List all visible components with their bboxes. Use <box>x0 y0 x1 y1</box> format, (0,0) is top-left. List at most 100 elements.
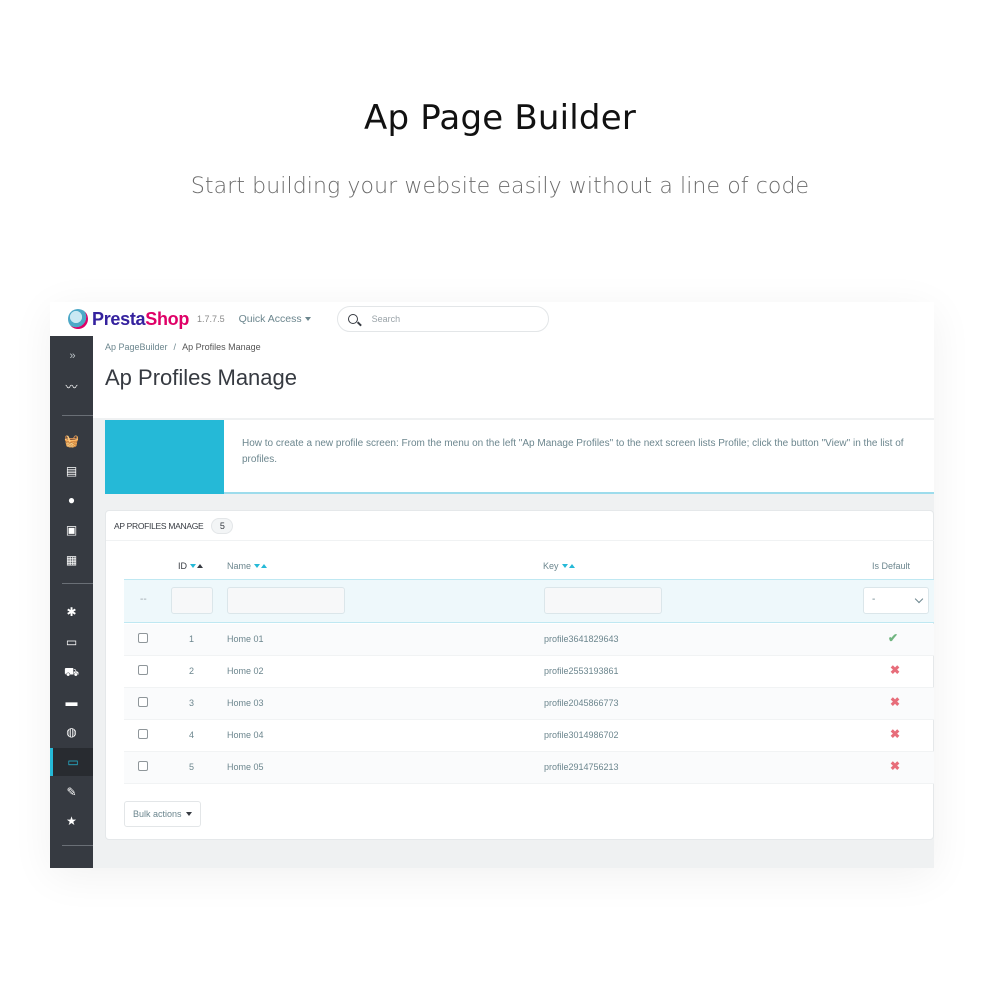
filter-id-input[interactable] <box>171 587 213 614</box>
sidebar-item-basket[interactable]: 🧺 <box>50 427 93 455</box>
prestashop-logo-icon <box>68 309 88 329</box>
sidebar-item-modules[interactable]: ✱ <box>50 598 93 626</box>
row-checkbox[interactable] <box>138 697 148 707</box>
cell-id: 3 <box>189 698 195 708</box>
column-header-name[interactable]: Name <box>227 561 268 571</box>
cell-key: profile2553193861 <box>544 666 619 676</box>
logo-text: PrestaShop <box>92 309 189 330</box>
store-icon: ▤ <box>65 464 78 478</box>
alert-accent-bar <box>105 420 224 494</box>
sidebar-divider <box>62 415 93 416</box>
edit-icon: ✎ <box>66 785 77 799</box>
column-label-id: ID <box>178 561 187 571</box>
check-icon[interactable]: ✔ <box>888 631 898 645</box>
page-title: Ap Profiles Manage <box>105 365 297 390</box>
caret-down-icon <box>304 317 311 321</box>
search-input[interactable]: Search <box>336 306 549 332</box>
sidebar-divider <box>62 845 93 846</box>
top-bar: PrestaShop 1.7.7.5 Quick Access Search <box>50 302 934 336</box>
bulk-actions-label: Bulk actions <box>133 809 182 819</box>
modules-icon: ✱ <box>66 605 77 619</box>
admin-screenshot: PrestaShop 1.7.7.5 Quick Access Search »… <box>50 302 934 868</box>
sort-asc-icon[interactable] <box>568 564 575 568</box>
prestashop-logo[interactable]: PrestaShop <box>68 309 189 330</box>
sidebar-item-payment[interactable]: ▬ <box>50 688 93 716</box>
payment-icon: ▬ <box>65 695 78 709</box>
filter-is-default-select[interactable]: - <box>863 587 929 614</box>
cell-id: 4 <box>189 730 195 740</box>
sidebar: » 〰 🧺 ▤ ● ▣ ▦ ✱ ▭ ⛟ ▬ ◍ ▭ ✎ ★ <box>50 336 93 868</box>
breadcrumb: Ap PageBuilder / Ap Profiles Manage <box>105 342 261 352</box>
column-header-key[interactable]: Key <box>543 561 575 571</box>
sidebar-item-star[interactable]: ★ <box>50 807 93 835</box>
sidebar-item-customer[interactable]: ● <box>50 486 93 514</box>
sidebar-item-messages[interactable]: ▣ <box>50 516 93 544</box>
hero-title: Ap Page Builder <box>363 98 636 138</box>
sort-asc-icon[interactable] <box>261 564 268 568</box>
breadcrumb-parent[interactable]: Ap PageBuilder <box>105 342 168 352</box>
filter-select-value: - <box>872 594 876 605</box>
sort-desc-icon[interactable] <box>190 564 196 568</box>
column-label-name: Name <box>227 561 252 571</box>
customer-icon: ● <box>67 493 76 507</box>
cell-id: 2 <box>189 666 195 676</box>
column-label-key: Key <box>543 561 559 571</box>
table-row[interactable]: 4 Home 04 profile3014986702 ✖ <box>124 720 934 752</box>
cross-icon[interactable]: ✖ <box>890 663 900 677</box>
cell-name: Home 05 <box>227 762 264 772</box>
alert-text: How to create a new profile screen: From… <box>242 438 904 465</box>
table-row[interactable]: 3 Home 03 profile2045866773 ✖ <box>124 688 934 720</box>
filter-row: -- - <box>124 579 934 623</box>
filter-name-input[interactable] <box>227 587 345 614</box>
logo-text-shop: Shop <box>145 308 190 329</box>
expand-icon: » <box>69 349 75 362</box>
sidebar-divider <box>62 583 93 584</box>
row-checkbox[interactable] <box>138 665 148 675</box>
sidebar-item-international[interactable]: ◍ <box>50 718 93 746</box>
row-checkbox[interactable] <box>138 729 148 739</box>
cell-name: Home 01 <box>227 634 264 644</box>
sidebar-item-reports[interactable]: ▦ <box>50 546 93 574</box>
table-row[interactable]: 5 Home 05 profile2914756213 ✖ <box>124 752 934 784</box>
caret-down-icon <box>185 812 192 816</box>
quick-access-dropdown[interactable]: Quick Access <box>239 313 311 325</box>
row-checkbox[interactable] <box>138 633 148 643</box>
panel-header: Ap Profiles Manage 5 <box>106 511 934 541</box>
cross-icon[interactable]: ✖ <box>890 695 900 709</box>
table-row[interactable]: 2 Home 02 profile2553193861 ✖ <box>124 656 934 688</box>
quick-access-label: Quick Access <box>238 313 302 325</box>
cross-icon[interactable]: ✖ <box>890 759 900 773</box>
version-label: 1.7.7.5 <box>197 314 225 324</box>
sidebar-item-design[interactable]: ▭ <box>50 628 93 656</box>
cell-name: Home 04 <box>227 730 264 740</box>
sort-desc-icon[interactable] <box>561 564 568 568</box>
sort-asc-icon[interactable] <box>197 564 203 568</box>
cell-id: 1 <box>189 634 195 644</box>
cross-icon[interactable]: ✖ <box>890 727 900 741</box>
cell-key: profile2045866773 <box>544 698 619 708</box>
column-header-id[interactable]: ID <box>178 561 203 571</box>
row-checkbox[interactable] <box>138 761 148 771</box>
column-label-is-default: Is Default <box>872 561 911 571</box>
chevron-down-icon <box>914 594 924 604</box>
stats-icon: 〰 <box>65 380 78 394</box>
basket-icon: 🧺 <box>64 434 79 448</box>
sidebar-item-expand[interactable]: » <box>50 342 93 370</box>
folder-icon: ▭ <box>67 755 79 769</box>
count-badge: 5 <box>211 517 234 534</box>
sidebar-item-store[interactable]: ▤ <box>50 457 93 485</box>
logo-text-presta: Presta <box>92 308 146 329</box>
table-row[interactable]: 1 Home 01 profile3641829643 ✔ <box>124 624 934 656</box>
international-icon: ◍ <box>66 725 77 739</box>
sidebar-item-edit[interactable]: ✎ <box>50 778 93 806</box>
reports-icon: ▦ <box>65 553 78 567</box>
breadcrumb-current: Ap Profiles Manage <box>182 342 261 352</box>
filter-key-input[interactable] <box>544 587 662 614</box>
bulk-actions-button[interactable]: Bulk actions <box>124 801 201 827</box>
column-header-is-default: Is Default <box>872 561 910 571</box>
sidebar-item-folder[interactable]: ▭ <box>50 748 93 776</box>
shipping-icon: ⛟ <box>63 665 80 679</box>
sidebar-item-shipping[interactable]: ⛟ <box>50 658 93 686</box>
sidebar-item-stats[interactable]: 〰 <box>50 373 93 401</box>
sort-desc-icon[interactable] <box>254 564 261 568</box>
